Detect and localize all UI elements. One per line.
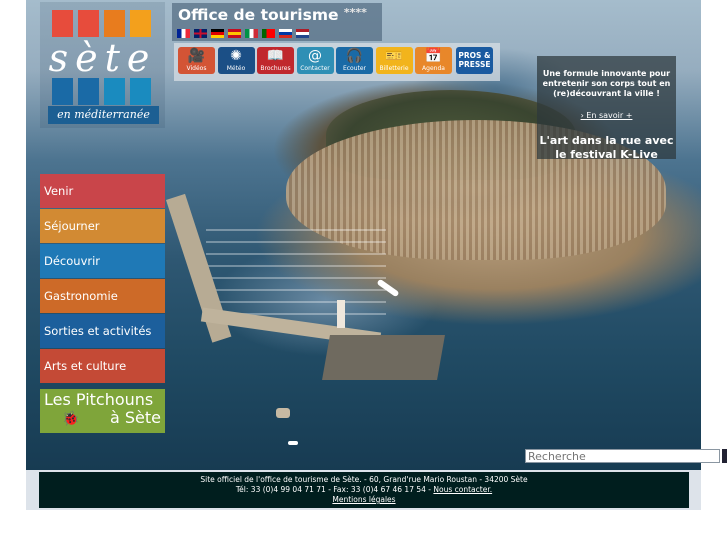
france-flag[interactable]: [177, 29, 190, 38]
ticket-icon: 🎫: [385, 48, 403, 64]
footer-address: Site officiel de l'office de tourisme de…: [200, 475, 528, 484]
rating-stars: ****: [343, 6, 367, 19]
videos-button[interactable]: 🎥 Vidéos: [178, 47, 215, 74]
toolbar-button-label: Vidéos: [186, 65, 207, 72]
at-icon: @: [308, 48, 322, 64]
promo-link[interactable]: › En savoir +: [537, 111, 676, 120]
footer-mentions: Mentions légales: [39, 495, 689, 505]
logo-square: [104, 78, 125, 105]
calendar-icon: 📅: [424, 48, 443, 64]
meteo-button[interactable]: ✺ Météo: [217, 47, 255, 74]
toolbar-button-label: Brochures: [260, 65, 291, 72]
brochures-button[interactable]: 📖 Brochures: [257, 47, 294, 74]
harbor-dock: [322, 335, 445, 380]
logo-square: [104, 10, 125, 37]
contact-link[interactable]: Nous contacter.: [433, 485, 492, 494]
italy-flag[interactable]: [245, 29, 258, 38]
nav-item[interactable]: Séjourner: [40, 209, 165, 243]
nav-item[interactable]: Gastronomie: [40, 279, 165, 313]
logo-square: [52, 10, 73, 37]
footer-phone: Tél: 33 (0)4 99 04 71 71 - Fax: 33 (0)4 …: [39, 485, 689, 495]
toolbar: 🎥 Vidéos ✺ Météo 📖 Brochures @ Contacter 🎧 Ecoute…: [174, 43, 500, 81]
sun-icon: ✺: [230, 48, 242, 64]
agenda-button[interactable]: 📅 Agenda: [415, 47, 452, 74]
video-camera-icon: 🎥: [187, 48, 206, 64]
netherlands-flag[interactable]: [296, 29, 309, 38]
search-button[interactable]: [722, 449, 727, 463]
toolbar-button-label: Météo: [226, 65, 246, 72]
ladybug-icon: 🐞: [62, 411, 80, 427]
small-boat: [288, 441, 298, 445]
search-input[interactable]: [525, 449, 720, 463]
logo-script: sète: [48, 36, 157, 80]
headphones-icon: 🎧: [345, 48, 364, 64]
toolbar-button-label: Billetterie: [379, 65, 409, 72]
toolbar-button-label: Contacter: [300, 65, 330, 72]
marina-boats: [206, 225, 386, 315]
germany-flag[interactable]: [211, 29, 224, 38]
logo-square: [130, 10, 151, 37]
nav-item[interactable]: Venir: [40, 174, 165, 208]
contacter-button[interactable]: @ Contacter: [296, 47, 334, 74]
billetterie-button[interactable]: 🎫 Billetterie: [375, 47, 413, 74]
nav-item[interactable]: Sorties et activités: [40, 314, 165, 348]
language-flags: [177, 29, 309, 38]
site-title: Office de tourisme ****: [178, 6, 367, 24]
sete-logo[interactable]: sète en méditerranée: [40, 2, 165, 128]
site-title-text: Office de tourisme: [178, 6, 339, 24]
header-title-box: Office de tourisme ****: [172, 3, 382, 41]
toolbar-button-label: Ecouter: [342, 65, 367, 72]
promo-headline[interactable]: L'art dans la rue avec le festival K-Liv…: [537, 134, 676, 158]
nav-item[interactable]: Découvrir: [40, 244, 165, 278]
pros-presse-button[interactable]: PROS & PRESSE: [456, 47, 493, 74]
footer-phone-text: Tél: 33 (0)4 99 04 71 71 - Fax: 33 (0)4 …: [235, 485, 434, 494]
pitchouns-line1: Les Pitchouns: [44, 390, 154, 409]
promo-text: Une formule innovante pour entretenir so…: [542, 69, 671, 98]
logo-square: [78, 78, 99, 105]
portugal-flag[interactable]: [262, 29, 275, 38]
logo-square: [130, 78, 151, 105]
mentions-legales-link[interactable]: Mentions légales: [332, 495, 395, 504]
pitchouns-banner[interactable]: Les Pitchouns à Sète 🐞: [40, 389, 165, 433]
ecouter-button[interactable]: 🎧 Ecouter: [336, 47, 373, 74]
logo-square: [78, 10, 99, 37]
uk-flag[interactable]: [194, 29, 207, 38]
pitchouns-line2: à Sète: [109, 408, 161, 427]
toolbar-button-label: Agenda: [422, 65, 445, 72]
russia-flag[interactable]: [279, 29, 292, 38]
logo-square: [52, 78, 73, 105]
sea-rock: [276, 408, 290, 418]
footer: Site officiel de l'office de tourisme de…: [39, 472, 689, 508]
nav-item[interactable]: Arts et culture: [40, 349, 165, 383]
spain-flag[interactable]: [228, 29, 241, 38]
logo-tagline: en méditerranée: [48, 106, 159, 124]
promo-box: Une formule innovante pour entretenir so…: [537, 56, 676, 159]
brochure-icon: 📖: [266, 48, 285, 64]
lighthouse: [337, 300, 345, 328]
